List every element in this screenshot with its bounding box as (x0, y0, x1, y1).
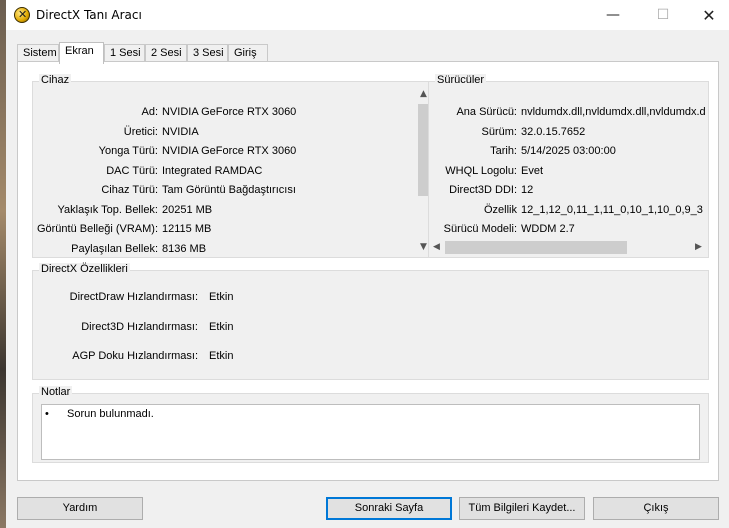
driver-value: 32.0.15.7652 (521, 125, 586, 138)
exit-button[interactable]: Çıkış (593, 497, 719, 520)
device-label: Paylaşılan Bellek: (71, 242, 158, 255)
ekran-tab-panel: Cihaz Ad: NVIDIA GeForce RTX 3060 Üretici:… (17, 61, 719, 481)
driver-value: Evet (521, 164, 544, 177)
scroll-right-icon[interactable]: ▶ (695, 242, 702, 252)
feature-label: AGP Doku Hızlandırması: (72, 350, 198, 362)
scroll-left-icon[interactable]: ◀ (433, 242, 440, 252)
maximize-button[interactable]: ☐ (640, 0, 686, 30)
feature-value: Etkin (209, 350, 234, 362)
driver-value: 12 (521, 184, 534, 196)
minimize-button[interactable]: — (590, 0, 636, 30)
device-value: NVIDIA (162, 125, 199, 138)
save-all-button[interactable]: Tüm Bilgileri Kaydet... (459, 497, 585, 520)
feature-row: DirectDraw Hızlandırması: Etkin (33, 291, 729, 307)
notes-group: Notlar • Sorun bulunmadı. (32, 386, 709, 463)
next-page-button[interactable]: Sonraki Sayfa (326, 497, 452, 520)
notes-box[interactable]: • Sorun bulunmadı. (41, 404, 700, 460)
bullet-icon: • (45, 408, 49, 420)
directx-features-group: DirectX Özellikleri DirectDraw Hızlandır… (32, 263, 709, 380)
help-button[interactable]: Yardım (17, 497, 143, 520)
drivers-horizontal-scrollbar[interactable]: ◀ ▶ (429, 239, 708, 256)
device-value: NVIDIA GeForce RTX 3060 (162, 106, 297, 118)
feature-row: Direct3D Hızlandırması: Etkin (33, 321, 729, 337)
scroll-down-icon[interactable]: ▼ (420, 242, 427, 252)
device-label: Üretici: (123, 125, 158, 138)
device-value: Integrated RAMDAC (162, 164, 263, 177)
drivers-group: Sürücüler Ana Sürücü: nvldumdx.dll,nvldum… (428, 74, 709, 258)
device-value: 8136 MB (162, 242, 207, 255)
notes-group-title: Notlar (39, 386, 73, 398)
device-group: Cihaz Ad: NVIDIA GeForce RTX 3060 Üretici:… (32, 74, 433, 258)
scroll-up-icon[interactable]: ▲ (420, 89, 427, 99)
driver-value: WDDM 2.7 (521, 223, 575, 235)
device-value: NVIDIA GeForce RTX 3060 (162, 145, 297, 157)
feature-label: Direct3D Hızlandırması: (81, 320, 198, 333)
driver-row: Direct3D DDI: 12 (429, 184, 708, 200)
tab-ekran[interactable]: Ekran (59, 42, 104, 64)
driver-row: Sürücü Modeli: WDDM 2.7 (429, 223, 708, 239)
feature-label: DirectDraw Hızlandırması: (69, 291, 198, 303)
device-value: 12115 MB (162, 223, 212, 235)
driver-label: Ana Sürücü: (456, 106, 517, 118)
device-label: Yonga Türü: (98, 145, 158, 157)
driver-row: Özellik 12_1,12_0,11_1,11_0,10_1,10_0,9_3 (429, 204, 708, 220)
driver-label: WHQL Logolu: (445, 164, 517, 177)
driver-label: Sürücü Modeli: (443, 223, 517, 235)
device-label: Ad: (141, 106, 158, 118)
feature-value: Etkin (209, 291, 234, 303)
driver-row: Sürüm: 32.0.15.7652 (429, 126, 708, 142)
driver-label: Sürüm: (481, 125, 517, 138)
background-desktop-strip (0, 0, 6, 528)
device-group-title: Cihaz (39, 74, 72, 86)
note-item: Sorun bulunmadı. (67, 408, 154, 420)
title-bar[interactable]: DirectX Tanı Aracı — ☐ ✕ (6, 0, 729, 30)
features-group-title: DirectX Özellikleri (39, 263, 130, 275)
device-value: 20251 MB (162, 203, 213, 216)
feature-row: AGP Doku Hızlandırması: Etkin (33, 350, 729, 366)
driver-value: 12_1,12_0,11_1,11_0,10_1,10_0,9_3 (521, 203, 703, 216)
driver-row: WHQL Logolu: Evet (429, 165, 708, 181)
driver-label: Direct3D DDI: (449, 184, 517, 196)
driver-row: Ana Sürücü: nvldumdx.dll,nvldumdx.dll,nvl… (429, 106, 708, 122)
driver-label: Özellik (483, 203, 517, 216)
device-label: Görüntü Belleği (VRAM): (36, 223, 158, 235)
driver-value: 5/14/2025 03:00:00 (521, 145, 616, 157)
driver-row: Tarih: 5/14/2025 03:00:00 (429, 145, 708, 161)
driver-value: nvldumdx.dll,nvldumdx.dll,nvldumdx.d (521, 106, 706, 118)
device-label: Yaklaşık Top. Bellek: (57, 203, 158, 216)
directx-icon (14, 7, 30, 23)
window-title: DirectX Tanı Aracı (36, 8, 142, 22)
drivers-scroll-thumb[interactable] (445, 241, 627, 254)
driver-label: Tarih: (490, 145, 517, 157)
device-label: DAC Türü: (106, 164, 158, 177)
close-button[interactable]: ✕ (686, 0, 729, 30)
device-label: Cihaz Türü: (101, 184, 158, 196)
device-value: Tam Görüntü Bağdaştırıcısı (162, 184, 296, 196)
feature-value: Etkin (209, 320, 234, 333)
